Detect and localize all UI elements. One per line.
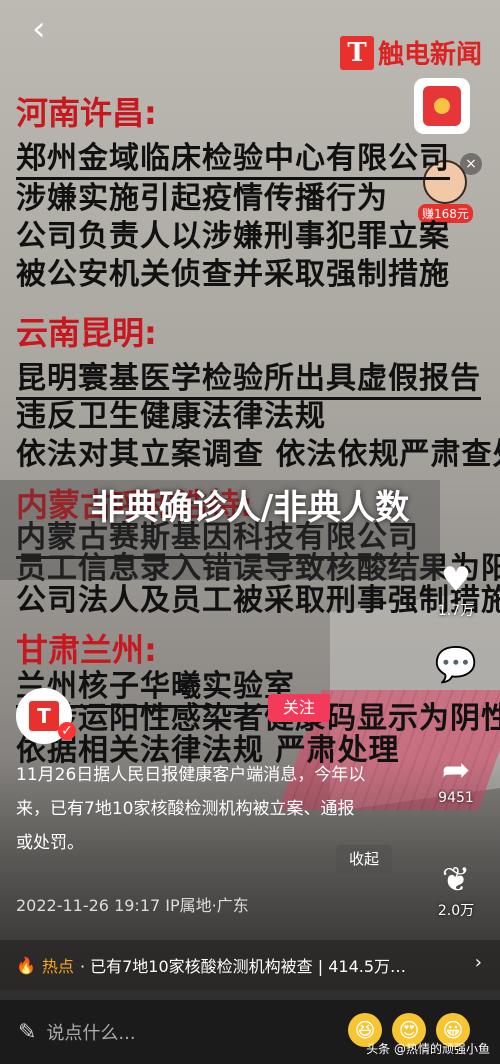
like-button[interactable]: ♥ 1.7万 — [426, 560, 486, 620]
account-logo: T — [29, 701, 59, 731]
section-line: 被公安机关侦查并采取强制措施 — [16, 257, 450, 292]
back-icon[interactable]: ‹ — [32, 12, 46, 46]
hot-topic-bar[interactable]: 🔥 热点 · 已有7地10家核酸检测机构被查 | 414.5万… › — [0, 940, 500, 990]
brand-logo: T 触电新闻 — [340, 34, 482, 71]
collapse-button[interactable]: 收起 — [336, 845, 392, 873]
share-icon: ➦ — [441, 750, 471, 790]
watermark: 头条 @热情的顽强小鱼 — [366, 1042, 490, 1056]
share-count: 9451 — [438, 790, 474, 806]
post-caption: 11月26日据人民日报健康客户端消息，今年以来，已有7地10家核酸检测机构被立案… — [16, 765, 366, 853]
pen-icon: ✎ — [18, 1019, 37, 1045]
like-count: 1.7万 — [437, 603, 475, 619]
flame-icon: 🔥 — [16, 955, 36, 975]
red-packet-icon[interactable] — [414, 78, 470, 134]
section-line: 依法对其立案调查 依法依规严肃查处 — [16, 437, 500, 472]
verified-icon: ✓ — [58, 722, 76, 740]
hot-text: · 已有7地10家核酸检测机构被查 | 414.5万… — [79, 957, 407, 976]
section-heading: 云南昆明: — [16, 314, 157, 352]
heart-icon: ♥ — [440, 560, 472, 600]
comment-icon: 💬 — [434, 645, 478, 685]
overlay-title: 非典确诊人/非典人数 — [90, 488, 410, 528]
favorite-icon: ❦ — [441, 860, 471, 900]
favorite-count: 2.0万 — [437, 903, 475, 919]
hot-label: 热点 — [41, 957, 74, 976]
share-button[interactable]: ➦ 9451 — [426, 750, 486, 806]
comment-input[interactable]: 说点什么... — [46, 1019, 135, 1045]
video-frame[interactable]: ‹ T 触电新闻 × 赚168元 河南许昌: 郑州金域临床检验中心有限公司 涉嫌… — [0, 0, 500, 1000]
follow-button[interactable]: 关注 — [268, 694, 330, 722]
favorite-button[interactable]: ❦ 2.0万 — [426, 860, 486, 920]
comment-button[interactable]: 💬 — [426, 645, 486, 685]
logo-mark: T — [340, 35, 374, 70]
logo-text: 触电新闻 — [378, 40, 483, 70]
post-meta: 2022-11-26 19:17 IP属地·广东 — [16, 896, 249, 915]
account-avatar[interactable]: T ✓ — [16, 688, 76, 744]
chevron-right-icon: › — [474, 952, 482, 973]
section-heading: 河南许昌: — [16, 94, 157, 132]
